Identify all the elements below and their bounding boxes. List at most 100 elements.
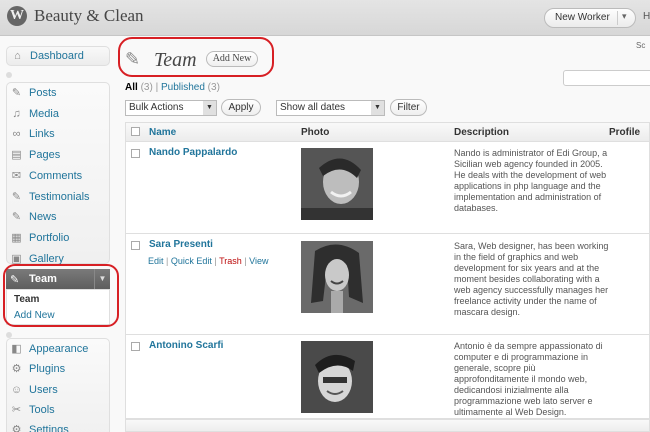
bulk-actions-value: Bulk Actions [129, 102, 184, 113]
member-name-link[interactable]: Antonino Scarfi [149, 340, 223, 351]
chevron-down-icon: ▼ [371, 101, 384, 115]
sidebar-item-testimonials[interactable]: ✎ Testimonials [6, 187, 110, 207]
view-link[interactable]: View [249, 256, 268, 266]
pin-icon: ✎ [11, 86, 22, 99]
sidebar-item-label: Posts [29, 87, 57, 99]
sidebar-item-settings[interactable]: ⚙ Settings [6, 420, 110, 432]
status-filters: All (3) | Published (3) [125, 82, 220, 93]
sidebar-item-label: News [29, 211, 57, 223]
row-checkbox[interactable] [131, 342, 140, 351]
action-separator: | [214, 256, 217, 266]
column-photo: Photo [301, 127, 330, 138]
date-filter-select[interactable]: Show all dates ▼ [276, 100, 385, 116]
filter-published[interactable]: Published [161, 82, 205, 93]
filter-button[interactable]: Filter [390, 99, 427, 116]
select-all-checkbox[interactable] [131, 127, 140, 136]
add-new-button[interactable]: Add New [206, 51, 258, 67]
page-title: Team [154, 49, 197, 71]
action-separator: | [244, 256, 247, 266]
wordpress-logo-icon[interactable]: W [7, 6, 27, 26]
sidebar-item-label: Testimonials [29, 191, 90, 203]
plugin-icon: ⚙ [11, 362, 22, 375]
divider [617, 11, 618, 25]
favorite-action-label[interactable]: New Worker [555, 12, 610, 23]
chevron-down-icon: ▼ [203, 101, 216, 115]
column-description: Description [454, 127, 510, 138]
site-title[interactable]: Beauty & Clean [34, 6, 144, 26]
separator [6, 72, 12, 78]
main-content: Sc ✎ Team Add New All (3) | Published (3… [118, 36, 650, 432]
sidebar-item-comments[interactable]: ✉ Comments [6, 166, 110, 186]
appearance-icon: ◧ [11, 342, 22, 355]
link-icon: ∞ [12, 127, 21, 140]
member-photo [301, 341, 373, 413]
sidebar-item-label: Users [29, 384, 58, 396]
chevron-down-icon[interactable]: ▾ [622, 11, 627, 22]
quick-edit-link[interactable]: Quick Edit [171, 256, 212, 266]
table-header: Name Photo Description Profile [126, 123, 649, 142]
sidebar-item-plugins[interactable]: ⚙ Plugins [6, 359, 110, 379]
sidebar-item-label: Settings [29, 424, 69, 432]
row-checkbox[interactable] [131, 241, 140, 250]
edit-link[interactable]: Edit [148, 256, 164, 266]
pin-icon: ✎ [11, 190, 22, 203]
tools-icon: ✂ [11, 403, 22, 416]
sidebar-item-users[interactable]: ☺ Users [6, 380, 110, 400]
column-name[interactable]: Name [149, 127, 176, 138]
pushpin-icon: ✎ [125, 49, 141, 69]
howdy-text[interactable]: H [643, 11, 650, 22]
sidebar-item-label: Appearance [29, 343, 89, 355]
sidebar-item-label: Links [29, 128, 55, 140]
sidebar-item-tools[interactable]: ✂ Tools [6, 400, 110, 420]
member-photo [301, 241, 373, 313]
member-description: Antonio è da sempre appassionato di comp… [454, 341, 603, 417]
sidebar-item-label: Dashboard [30, 50, 84, 62]
row-checkbox[interactable] [131, 149, 140, 158]
sidebar-item-label: Comments [29, 170, 83, 182]
filter-separator: | [155, 82, 159, 93]
sidebar-item-links[interactable]: ∞ Links [6, 124, 110, 144]
portfolio-icon: ▦ [11, 231, 22, 244]
favorite-actions-dropdown[interactable]: New Worker ▾ [544, 8, 636, 28]
member-photo [301, 148, 373, 220]
action-separator: | [166, 256, 169, 266]
team-table: Name Photo Description Profile Nando Pap… [125, 122, 650, 432]
sidebar-item-label: Plugins [29, 363, 66, 375]
sidebar-item-news[interactable]: ✎ News [6, 207, 110, 227]
dashboard-icon: ⌂ [14, 49, 21, 62]
filter-all-count: (3) [140, 82, 153, 93]
admin-sidebar: ⌂ Dashboard ✎ Posts ♫ Media ∞ Links ▤ Pa… [0, 36, 119, 432]
member-name-link[interactable]: Nando Pappalardo [149, 147, 237, 158]
search-input[interactable] [563, 70, 650, 86]
sidebar-item-posts[interactable]: ✎ Posts [6, 83, 110, 103]
sidebar-item-label: Media [29, 108, 59, 120]
member-name-link[interactable]: Sara Presenti [149, 239, 213, 250]
highlight-ring [3, 264, 119, 327]
sidebar-item-media[interactable]: ♫ Media [6, 104, 110, 124]
comment-icon: ✉ [11, 169, 22, 182]
member-description: Nando is administrator of Edi Group, a S… [454, 148, 608, 213]
sidebar-item-label: Pages [29, 149, 61, 161]
media-icon: ♫ [12, 107, 21, 120]
row-actions: Edit | Quick Edit | Trash | View [148, 256, 269, 266]
apply-button[interactable]: Apply [221, 99, 261, 116]
sidebar-item-dashboard[interactable]: ⌂ Dashboard [6, 46, 110, 66]
table-footer [126, 419, 649, 431]
settings-icon: ⚙ [11, 423, 22, 432]
bulk-actions-select[interactable]: Bulk Actions ▼ [125, 100, 217, 116]
screen-options-tab[interactable]: Sc [636, 41, 645, 50]
trash-link[interactable]: Trash [219, 256, 242, 266]
page-icon: ▤ [11, 148, 22, 161]
table-row: Nando Pappalardo Nando is administrator … [126, 142, 649, 234]
filter-published-count: (3) [207, 82, 220, 93]
column-profile: Profile [609, 127, 641, 138]
date-filter-value: Show all dates [280, 102, 346, 113]
filter-all[interactable]: All [125, 82, 138, 93]
sidebar-item-portfolio[interactable]: ▦ Portfolio [6, 228, 110, 248]
sidebar-item-pages[interactable]: ▤ Pages [6, 145, 110, 165]
sidebar-item-appearance[interactable]: ◧ Appearance [6, 339, 110, 359]
admin-header: W Beauty & Clean New Worker ▾ H [0, 0, 650, 36]
sidebar-item-label: Portfolio [29, 232, 70, 244]
users-icon: ☺ [10, 383, 23, 396]
pin-icon: ✎ [11, 210, 22, 223]
